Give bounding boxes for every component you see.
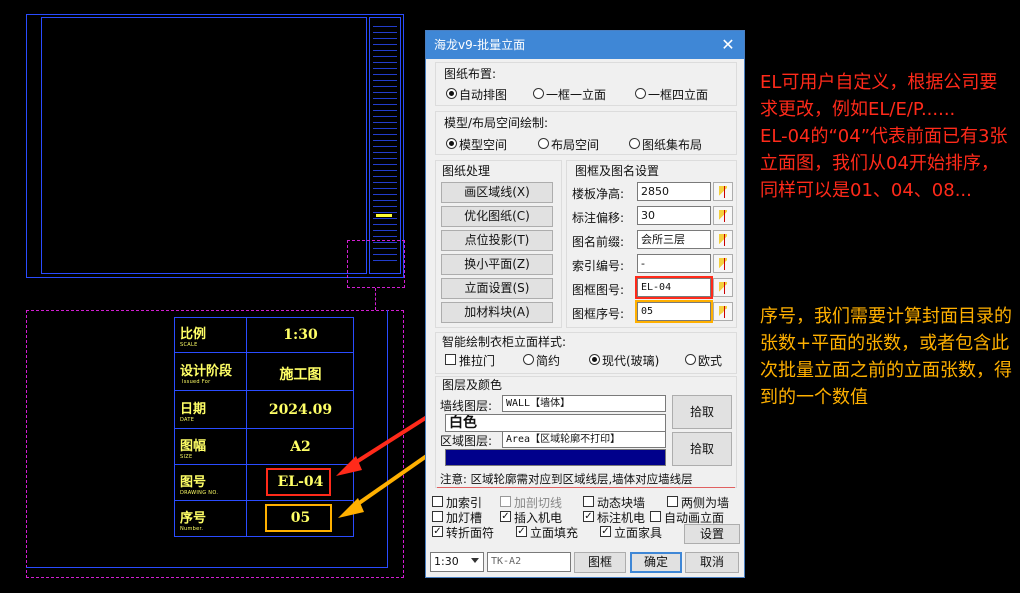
frame-serial-input[interactable]: 05: [635, 300, 713, 323]
dim-offset-input[interactable]: 30: [637, 206, 711, 225]
layout-group: 图纸布置: 自动排图 一框一立面 一框四立面: [435, 62, 737, 106]
wall-layer-label: 墙线图层:: [440, 399, 493, 413]
insert-mep-checkbox[interactable]: ✓: [500, 511, 511, 522]
radio-layout-space[interactable]: [538, 138, 549, 149]
radio-label: 自动排图: [459, 88, 508, 102]
radio-one-frame-one[interactable]: [533, 88, 544, 99]
dim-mep-checkbox[interactable]: ✓: [583, 511, 594, 522]
area-layer-select[interactable]: Area【区域轮廓不打印】: [502, 431, 666, 448]
process-group-title: 图纸处理: [442, 164, 491, 178]
index-number-input[interactable]: -: [637, 254, 711, 273]
frame-name-input[interactable]: TK-A2: [487, 552, 571, 572]
pick-floor-height-button[interactable]: [713, 182, 733, 201]
draw-area-line-button[interactable]: 画区域线(X): [441, 182, 553, 203]
radio-model-space[interactable]: [446, 138, 457, 149]
elevation-hatch-checkbox[interactable]: ✓: [516, 526, 527, 537]
space-group-title: 模型/布局空间绘制:: [444, 116, 549, 130]
area-layer-label: 区域图层:: [440, 434, 493, 448]
red-annotation: EL可用户自定义，根据公司要求更改，例如EL/E/P...... EL-04的“…: [760, 72, 1008, 201]
field-label: 索引编号:: [572, 259, 625, 273]
add-material-block-button[interactable]: 加材料块(A): [441, 302, 553, 323]
layer-group-title: 图层及颜色: [442, 378, 503, 392]
space-group: 模型/布局空间绘制: 模型空间 布局空间 图纸集布局: [435, 111, 737, 155]
radio-one-frame-four[interactable]: [635, 88, 646, 99]
pick-title-prefix-button[interactable]: [713, 230, 733, 249]
swap-small-plan-button[interactable]: 换小平面(Z): [441, 254, 553, 275]
dynamic-block-wall-checkbox[interactable]: [583, 496, 594, 507]
add-section-line-checkbox[interactable]: [500, 496, 511, 507]
options-checkboxes: 加索引 加剖切线 动态块墙 两侧为墙 加灯槽 ✓ 插入机电 ✓ 标注机电 自动画…: [426, 494, 744, 544]
field-label: 图名前缀:: [572, 235, 625, 249]
layer-note: 注意: 区域轮廓需对应到区域线层,墙体对应墙线层: [440, 472, 693, 486]
radio-european[interactable]: [685, 354, 696, 365]
cancel-button[interactable]: 取消: [685, 552, 739, 573]
process-group: 图纸处理 画区域线(X) 优化图纸(C) 点位投影(T) 换小平面(Z) 立面设…: [435, 160, 562, 328]
radio-label: 一框一立面: [546, 88, 607, 102]
settings-button[interactable]: 设置: [684, 524, 740, 544]
note-underline: [437, 487, 735, 488]
pick-area-layer-button[interactable]: 拾取: [672, 432, 732, 466]
turn-face-symbol-checkbox[interactable]: ✓: [432, 526, 443, 537]
dialog-title: 海龙v9-批量立面: [434, 38, 526, 52]
batch-elevation-dialog: 海龙v9-批量立面 ✕ 图纸布置: 自动排图 一框一立面 一框四立面 模型/布局…: [425, 30, 745, 578]
layer-color-group: 图层及颜色 墙线图层: WALL【墙体】 白色 拾取 区域图层: Area【区域…: [435, 376, 737, 488]
optimize-drawing-button[interactable]: 优化图纸(C): [441, 206, 553, 227]
area-color-swatch[interactable]: [445, 449, 666, 466]
orange-annotation: 序号，我们需要计算封面目录的张数+平面的张数，或者包含此次批量立面之前的立面张数…: [760, 306, 1012, 408]
close-icon[interactable]: ✕: [718, 31, 738, 59]
pick-index-number-button[interactable]: [713, 254, 733, 273]
both-sides-wall-checkbox[interactable]: [667, 496, 678, 507]
chevron-down-icon[interactable]: [471, 558, 479, 563]
dialog-title-bar[interactable]: 海龙v9-批量立面: [426, 31, 744, 59]
radio-simple[interactable]: [523, 354, 534, 365]
layout-group-title: 图纸布置:: [444, 67, 497, 81]
pick-drawing-number-button[interactable]: [713, 278, 733, 297]
field-label: 标注偏移:: [572, 211, 625, 225]
radio-label: 现代(玻璃): [602, 354, 660, 368]
checkbox-label: 立面填充: [530, 526, 579, 540]
ok-button[interactable]: 确定: [630, 552, 682, 573]
add-index-checkbox[interactable]: [432, 496, 443, 507]
frame-group-title: 图框及图名设置: [575, 164, 660, 178]
field-label: 楼板净高:: [572, 187, 625, 201]
radio-label: 图纸集布局: [642, 138, 703, 152]
radio-label: 简约: [536, 354, 561, 368]
radio-label: 模型空间: [459, 138, 508, 152]
pick-frame-serial-button[interactable]: [713, 302, 733, 321]
pick-wall-layer-button[interactable]: 拾取: [672, 395, 732, 429]
style-group-title: 智能绘制衣柜立面样式:: [442, 335, 567, 349]
checkbox-label: 推拉门: [459, 354, 496, 368]
drawing-number-input[interactable]: EL-04: [635, 276, 713, 299]
auto-elevation-checkbox[interactable]: [650, 511, 661, 522]
elevation-furniture-checkbox[interactable]: ✓: [600, 526, 611, 537]
radio-label: 一框四立面: [648, 88, 709, 102]
elevation-settings-button[interactable]: 立面设置(S): [441, 278, 553, 299]
wall-layer-select[interactable]: WALL【墙体】: [502, 395, 666, 412]
add-light-slot-checkbox[interactable]: [432, 511, 443, 522]
checkbox-label: 转折面符: [446, 526, 495, 540]
pick-dim-offset-button[interactable]: [713, 206, 733, 225]
title-prefix-input[interactable]: 会所三层: [637, 230, 711, 249]
frame-group: 图框及图名设置 楼板净高: 2850 标注偏移: 30 图名前缀: 会所三层 索…: [566, 160, 737, 328]
checkbox-label: 立面家具: [614, 526, 663, 540]
sliding-door-checkbox[interactable]: [445, 354, 456, 365]
radio-label: 布局空间: [551, 138, 600, 152]
field-label: 图框序号:: [572, 307, 625, 321]
radio-sheet-set[interactable]: [629, 138, 640, 149]
field-label: 图框图号:: [572, 283, 625, 297]
wardrobe-style-group: 智能绘制衣柜立面样式: 推拉门 简约 现代(玻璃) 欧式: [435, 332, 737, 374]
radio-modern-glass[interactable]: [589, 354, 600, 365]
frame-button[interactable]: 图框: [574, 552, 626, 573]
point-projection-button[interactable]: 点位投影(T): [441, 230, 553, 251]
floor-height-input[interactable]: 2850: [637, 182, 711, 201]
radio-label: 欧式: [698, 354, 723, 368]
radio-auto-layout[interactable]: [446, 88, 457, 99]
wall-color-select[interactable]: 白色: [445, 414, 666, 432]
